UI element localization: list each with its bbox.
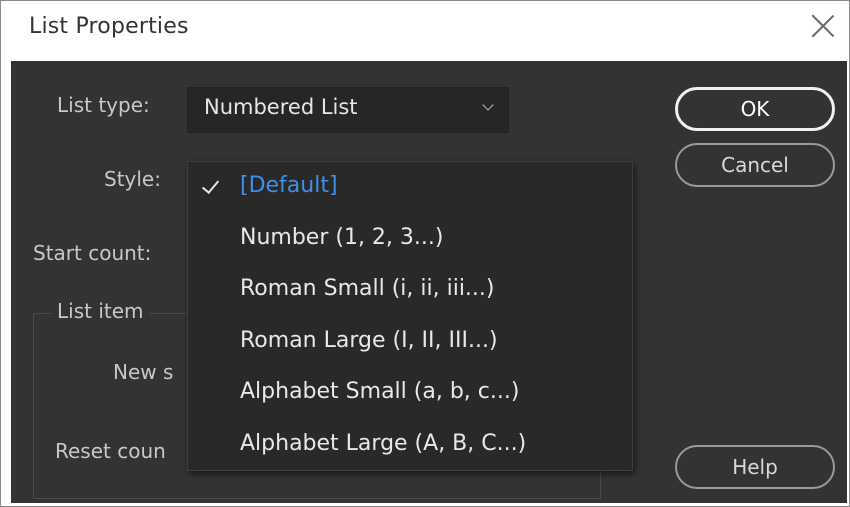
cancel-button[interactable]: Cancel [675,143,835,187]
style-option-number[interactable]: Number (1, 2, 3...) [188,214,632,264]
style-option-alphabet-small[interactable]: Alphabet Small (a, b, c...) [188,368,632,418]
chevron-down-icon [482,99,494,111]
ok-button[interactable]: OK [675,87,835,131]
close-icon[interactable] [811,13,835,37]
checkmark-icon [201,175,220,195]
list-properties-dialog: List Properties List type: Numbered List… [0,0,850,507]
style-option-label: Alphabet Large (A, B, C...) [240,431,527,456]
list-type-label: List type: [57,93,150,117]
list-item-group-label: List item [51,299,150,323]
style-option-label: Alphabet Small (a, b, c...) [240,379,520,404]
style-option-roman-large[interactable]: Roman Large (I, II, III...) [188,317,632,367]
style-option-label: Roman Small (i, ii, iii...) [240,276,495,301]
style-option-label: [Default] [240,173,338,198]
help-button[interactable]: Help [675,445,835,489]
new-style-label: New s [113,360,174,384]
dialog-title: List Properties [29,14,189,39]
style-option-label: Roman Large (I, II, III...) [240,328,498,353]
style-option-label: Number (1, 2, 3...) [240,225,444,250]
list-type-select[interactable]: Numbered List [187,87,509,133]
title-bar: List Properties [1,1,849,59]
reset-count-label: Reset coun [55,439,166,463]
style-option-alphabet-large[interactable]: Alphabet Large (A, B, C...) [188,420,632,470]
dialog-body: List type: Numbered List Style: Start co… [11,61,847,503]
style-dropdown-menu: [Default] Number (1, 2, 3...) Roman Smal… [187,161,633,471]
style-label: Style: [104,167,161,191]
list-type-value: Numbered List [204,95,358,119]
style-option-default[interactable]: [Default] [188,162,632,212]
start-count-label: Start count: [33,241,152,265]
style-option-roman-small[interactable]: Roman Small (i, ii, iii...) [188,265,632,315]
